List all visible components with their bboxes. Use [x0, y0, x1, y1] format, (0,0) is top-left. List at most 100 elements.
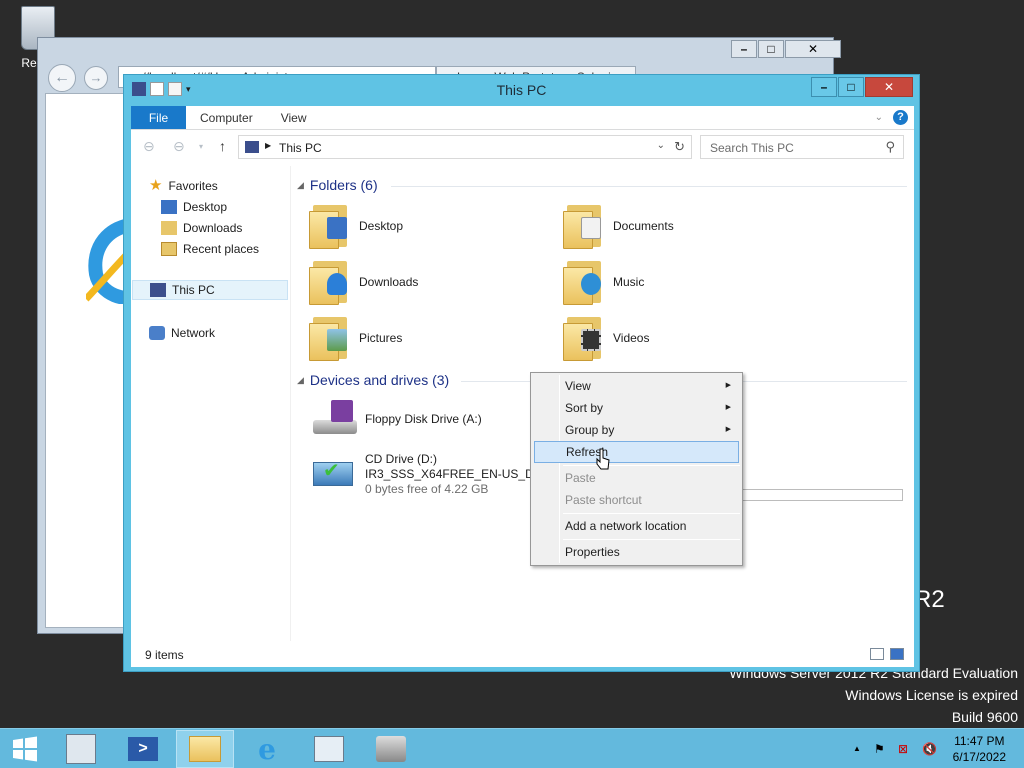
folders-group-header[interactable]: ◢ Folders (6) [297, 177, 378, 193]
drive-cd[interactable]: ✔ CD Drive (D:) IR3_SSS_X64FREE_EN-US_DV… [309, 452, 548, 497]
folder-label: Videos [613, 331, 650, 345]
folder-icon [309, 259, 351, 305]
close-icon[interactable]: ✕ [785, 40, 841, 58]
tab-file[interactable]: File [131, 106, 186, 129]
show-hidden-icons-icon[interactable]: ▲ [853, 744, 861, 753]
taskbar-server-manager[interactable] [52, 730, 110, 768]
details-view-icon[interactable] [870, 648, 884, 660]
nav-downloads[interactable]: Downloads [161, 218, 242, 238]
powershell-icon: > [128, 737, 158, 761]
menu-item-paste-shortcut[interactable]: Paste shortcut [534, 489, 739, 511]
folder-documents[interactable]: Documents [563, 201, 674, 251]
search-box[interactable]: Search This PC ⚲ [700, 135, 904, 159]
menu-item-refresh[interactable]: Refresh [534, 441, 739, 463]
desktop-icon [161, 200, 177, 214]
address-bar[interactable]: ▶ This PC ⌄ ↻ [238, 135, 692, 159]
menu-item-view[interactable]: View ▶ [534, 375, 739, 397]
folder-pictures[interactable]: Pictures [309, 313, 402, 363]
drive-floppy[interactable]: Floppy Disk Drive (A:) [309, 400, 482, 440]
menu-item-sort-by[interactable]: Sort by ▶ [534, 397, 739, 419]
tool-icon [376, 736, 406, 762]
forward-arrow-icon[interactable]: → [84, 66, 108, 90]
taskbar-control-panel[interactable] [300, 730, 358, 768]
forward-icon[interactable]: ⊖ [173, 138, 185, 155]
refresh-icon[interactable]: ↻ [674, 139, 685, 155]
folder-music[interactable]: Music [563, 257, 644, 307]
explorer-titlebar[interactable]: ▾ This PC – □ ✕ [124, 75, 919, 106]
floppy-label: Floppy Disk Drive (A:) [365, 412, 482, 426]
devices-group-header[interactable]: ◢ Devices and drives (3) [297, 372, 449, 388]
folder-label: Pictures [359, 331, 403, 345]
submenu-arrow-icon: ▶ [725, 382, 731, 389]
recent-dropdown-icon[interactable]: ▾ [199, 142, 203, 151]
nav-favorites[interactable]: ★ Favorites [149, 176, 218, 196]
nav-recent-places[interactable]: Recent places [161, 239, 259, 259]
expand-ribbon-icon[interactable]: ⌄ [875, 112, 883, 123]
tab-computer[interactable]: Computer [186, 106, 267, 129]
menu-item-paste[interactable]: Paste [534, 467, 739, 489]
maximize-icon[interactable]: □ [758, 40, 784, 58]
network-icon [149, 326, 165, 340]
watermark-build: Build 9600 [951, 709, 1018, 725]
devices-group-label: Devices and drives (3) [309, 372, 450, 388]
minimize-icon[interactable]: – [731, 40, 757, 58]
up-arrow-icon[interactable]: ↑ [219, 138, 226, 154]
folders-group-label: Folders (6) [309, 177, 378, 193]
folder-label: Downloads [359, 275, 419, 289]
watermark-license: Windows License is expired [845, 687, 1018, 703]
folder-label: Documents [613, 219, 674, 233]
navigation-pane: ★ Favorites Desktop Downloads Recent pla… [131, 166, 291, 641]
folder-icon [563, 259, 605, 305]
start-button[interactable] [0, 730, 50, 768]
taskbar-file-explorer[interactable] [176, 730, 234, 768]
menu-item-label: Add a network location [565, 519, 687, 533]
collapse-triangle-icon: ◢ [297, 374, 304, 385]
menu-item-label: Paste shortcut [565, 493, 642, 507]
menu-item-label: View [565, 379, 591, 393]
taskbar-internet-explorer[interactable]: e [238, 730, 296, 768]
volume-muted-icon[interactable]: 🔇 [922, 742, 937, 756]
folder-label: Desktop [359, 219, 404, 233]
search-icon[interactable]: ⚲ [885, 139, 895, 155]
menu-item-properties[interactable]: Properties [534, 541, 739, 563]
back-icon[interactable]: ⊖ [143, 138, 155, 155]
large-icons-view-icon[interactable] [890, 648, 904, 660]
tab-view[interactable]: View [267, 106, 321, 129]
folder-downloads[interactable]: Downloads [309, 257, 418, 307]
menu-item-group-by[interactable]: Group by ▶ [534, 419, 739, 441]
collapse-triangle-icon: ◢ [297, 179, 304, 190]
nav-recent-label: Recent places [183, 242, 260, 256]
maximize-button[interactable]: □ [838, 77, 864, 97]
folder-videos[interactable]: Videos [563, 313, 649, 363]
taskbar-tool[interactable] [362, 730, 420, 768]
clock-date: 6/17/2022 [952, 750, 1006, 764]
folder-icon [309, 315, 351, 361]
recent-places-icon [161, 242, 177, 256]
back-arrow-icon[interactable]: ← [48, 64, 76, 92]
search-input[interactable]: Search This PC [710, 141, 794, 155]
group-divider [391, 186, 907, 187]
explorer-window[interactable]: ▾ This PC – □ ✕ File Computer View ⌄ ? ⊖… [123, 74, 920, 672]
mouse-cursor-icon [596, 448, 610, 470]
clock[interactable]: 11:47 PM 6/17/2022 [953, 733, 1006, 765]
network-warning-icon[interactable]: ⊠ [898, 742, 908, 756]
window-controls: – □ ✕ [810, 77, 913, 97]
breadcrumb-chevron-icon[interactable]: ▶ [265, 141, 271, 150]
cd-drive-icon: ✔ [309, 452, 357, 492]
ribbon-right: ⌄ ? [875, 110, 908, 125]
folder-icon [309, 203, 351, 249]
minimize-button[interactable]: – [811, 77, 837, 97]
nav-downloads-label: Downloads [183, 221, 243, 235]
nav-network[interactable]: Network [149, 323, 215, 343]
nav-desktop[interactable]: Desktop [161, 197, 227, 217]
address-dropdown-icon[interactable]: ⌄ [657, 140, 665, 151]
taskbar-powershell[interactable]: > [114, 730, 172, 768]
close-button[interactable]: ✕ [865, 77, 913, 97]
folder-icon [563, 203, 605, 249]
folder-icon [189, 736, 221, 762]
help-icon[interactable]: ? [893, 110, 908, 125]
action-center-flag-icon[interactable]: ⚑ [874, 742, 885, 756]
folder-desktop[interactable]: Desktop [309, 201, 403, 251]
nav-this-pc[interactable]: This PC [132, 280, 288, 300]
menu-item-add-network-location[interactable]: Add a network location [534, 515, 739, 537]
